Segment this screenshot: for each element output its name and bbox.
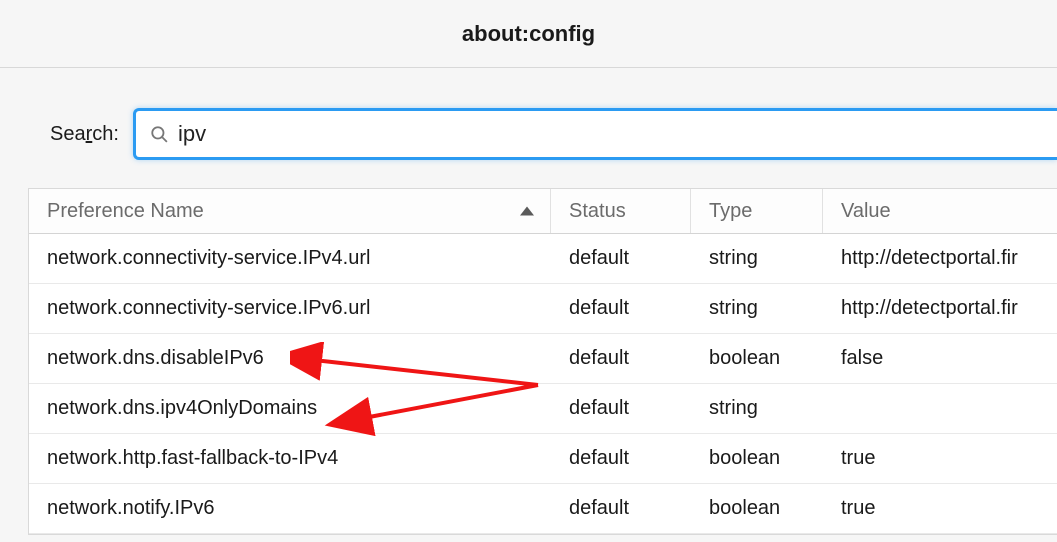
cell-value: http://detectportal.fir — [823, 234, 1057, 283]
table-row[interactable]: network.dns.ipv4OnlyDomainsdefaultstring — [29, 384, 1057, 434]
cell-status: default — [551, 384, 691, 433]
cell-value: false — [823, 334, 1057, 383]
cell-preference-name: network.http.fast-fallback-to-IPv4 — [29, 434, 551, 483]
cell-type: string — [691, 284, 823, 333]
cell-preference-name: network.connectivity-service.IPv6.url — [29, 284, 551, 333]
cell-value: http://detectportal.fir — [823, 284, 1057, 333]
cell-preference-name: network.connectivity-service.IPv4.url — [29, 234, 551, 283]
cell-type: string — [691, 234, 823, 283]
header-status[interactable]: Status — [551, 189, 691, 233]
table-row[interactable]: network.notify.IPv6defaultbooleantrue — [29, 484, 1057, 534]
table-row[interactable]: network.connectivity-service.IPv4.urldef… — [29, 234, 1057, 284]
search-box[interactable] — [133, 108, 1057, 160]
cell-value: true — [823, 434, 1057, 483]
cell-preference-name: network.notify.IPv6 — [29, 484, 551, 533]
preferences-table: Preference Name Status Type Value networ… — [28, 188, 1057, 535]
table-row[interactable]: network.dns.disableIPv6defaultbooleanfal… — [29, 334, 1057, 384]
search-input[interactable] — [168, 121, 1057, 147]
page-title: about:config — [462, 21, 595, 47]
cell-type: boolean — [691, 334, 823, 383]
cell-value: true — [823, 484, 1057, 533]
search-icon — [150, 125, 168, 143]
cell-type: boolean — [691, 434, 823, 483]
cell-value — [823, 384, 1057, 433]
search-row: Search: — [0, 68, 1057, 188]
cell-status: default — [551, 334, 691, 383]
cell-type: string — [691, 384, 823, 433]
header-value[interactable]: Value — [823, 189, 1057, 233]
cell-preference-name: network.dns.ipv4OnlyDomains — [29, 384, 551, 433]
cell-status: default — [551, 234, 691, 283]
cell-status: default — [551, 434, 691, 483]
header-preference-name[interactable]: Preference Name — [29, 189, 551, 233]
table-row[interactable]: network.http.fast-fallback-to-IPv4defaul… — [29, 434, 1057, 484]
cell-status: default — [551, 284, 691, 333]
header-type[interactable]: Type — [691, 189, 823, 233]
titlebar: about:config — [0, 0, 1057, 68]
cell-status: default — [551, 484, 691, 533]
search-label: Search: — [50, 123, 119, 146]
sort-ascending-icon — [520, 207, 534, 216]
cell-type: boolean — [691, 484, 823, 533]
table-row[interactable]: network.connectivity-service.IPv6.urldef… — [29, 284, 1057, 334]
cell-preference-name: network.dns.disableIPv6 — [29, 334, 551, 383]
table-header-row: Preference Name Status Type Value — [29, 189, 1057, 234]
